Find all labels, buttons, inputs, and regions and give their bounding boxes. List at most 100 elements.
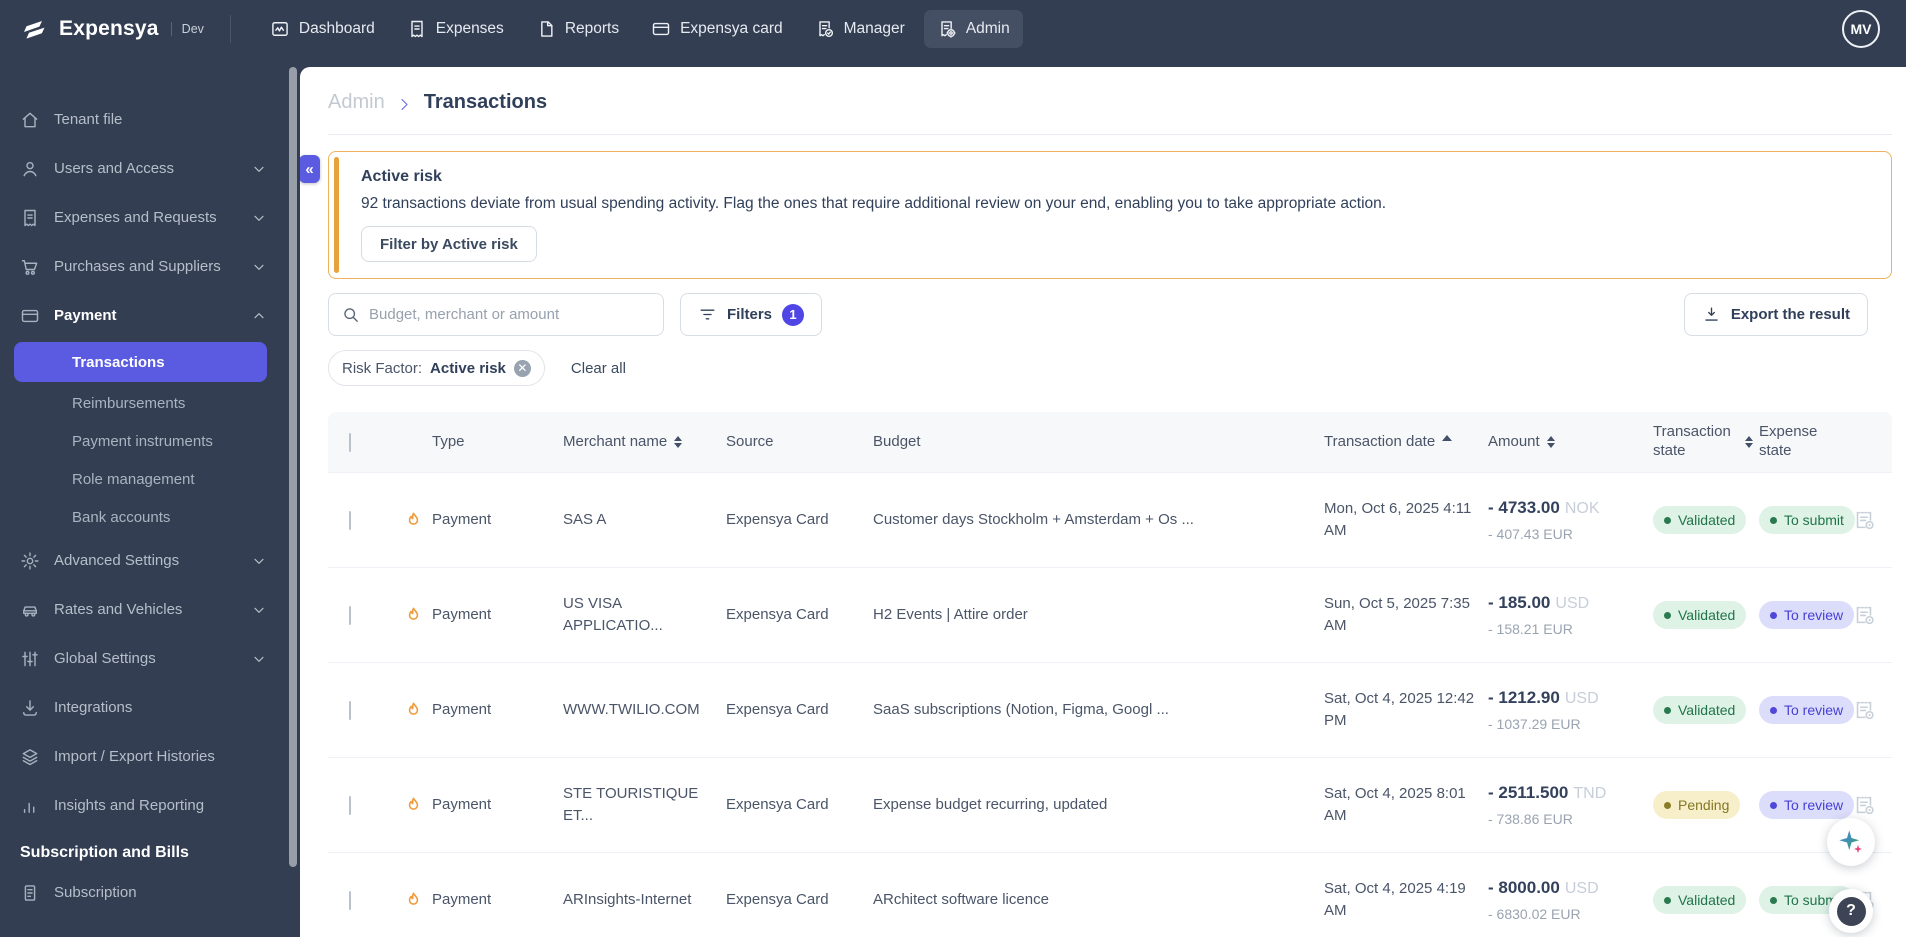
transaction-row[interactable]: Payment US VISA APPLICATIO... Expensya Car… <box>328 568 1892 663</box>
expense-state-badge: To review <box>1759 601 1855 629</box>
expensya-logo-icon <box>18 13 50 45</box>
transaction-row[interactable]: Payment ARInsights-Internet Expensya Card A… <box>328 853 1892 937</box>
column-header-transaction-date[interactable]: Transaction date <box>1324 433 1488 452</box>
transaction-row[interactable]: Payment SAS A Expensya Card Customer days S… <box>328 473 1892 568</box>
sidebar-subitem-reimbursements[interactable]: Reimbursements <box>14 384 267 422</box>
amount-currency: USD <box>1564 879 1599 897</box>
transactions-table: Type Merchant name Source Budget Transaction… <box>328 412 1892 937</box>
export-result-button[interactable]: Export the result <box>1683 293 1868 336</box>
topnav-label: Expenses <box>435 19 504 37</box>
receipt-icon <box>20 208 40 228</box>
breadcrumb-admin[interactable]: Admin <box>328 91 385 114</box>
search-input[interactable] <box>369 306 651 323</box>
amount-value: - 185.00 <box>1488 592 1551 612</box>
sidebar-item-tenant-file[interactable]: Tenant file <box>0 95 287 144</box>
amount-currency: USD <box>1564 689 1599 707</box>
sidebar-item-global-settings[interactable]: Global Settings <box>0 634 287 683</box>
filter-by-active-risk-button[interactable]: Filter by Active risk <box>361 226 537 262</box>
expense-state-badge: To submit <box>1759 506 1855 534</box>
sidebar-item-insights-and-reporting[interactable]: Insights and Reporting <box>0 781 287 830</box>
row-checkbox-cell <box>328 605 404 625</box>
transaction-state-label: Validated <box>1678 892 1736 908</box>
collapse-sidebar-button[interactable]: « <box>300 155 320 183</box>
home-icon <box>20 110 40 130</box>
column-header-transaction-state[interactable]: Transaction state <box>1653 423 1759 461</box>
view-receipt-icon[interactable] <box>1852 698 1876 722</box>
user-avatar[interactable]: MV <box>1842 9 1880 48</box>
transaction-row[interactable]: Payment WWW.TWILIO.COM Expensya Card SaaS s… <box>328 663 1892 758</box>
status-dot <box>1664 516 1671 524</box>
column-label: Expense state <box>1759 423 1818 459</box>
sidebar-item-expenses-and-requests[interactable]: Expenses and Requests <box>0 193 287 242</box>
sidebar-subitem-payment-instruments[interactable]: Payment instruments <box>14 422 267 460</box>
sidebar-item-purchases-and-suppliers[interactable]: Purchases and Suppliers <box>0 242 287 291</box>
remove-chip-icon[interactable]: ✕ <box>513 359 531 377</box>
brand[interactable]: Expensya Dev <box>18 13 204 45</box>
view-receipt-icon[interactable] <box>1852 603 1876 627</box>
alert-title: Active risk <box>361 168 442 185</box>
topnav-item-manager[interactable]: Manager <box>802 10 918 48</box>
transaction-state-badge: Pending <box>1653 791 1741 819</box>
sidebar-subitem-role-management[interactable]: Role management <box>14 460 267 498</box>
row-checkbox-cell <box>328 700 404 720</box>
scrollbar-thumb[interactable] <box>289 67 297 867</box>
clear-all-link[interactable]: Clear all <box>571 360 626 377</box>
row-checkbox[interactable] <box>349 605 351 625</box>
column-header-amount[interactable]: Amount <box>1488 433 1653 452</box>
sidebar-item-integrations[interactable]: Integrations <box>0 683 287 732</box>
row-checkbox[interactable] <box>349 890 351 910</box>
column-header-source: Source <box>726 433 873 452</box>
topnav-item-dashboard[interactable]: Dashboard <box>257 10 388 48</box>
question-mark-icon: ? <box>1836 896 1866 926</box>
sidebar-item-rates-and-vehicles[interactable]: Rates and Vehicles <box>0 585 287 634</box>
view-receipt-icon[interactable] <box>1852 793 1876 817</box>
sidebar-item-payment[interactable]: Payment <box>0 291 287 340</box>
transaction-row[interactable]: Payment STE TOURISTIQUE ET... Expensya Car… <box>328 758 1892 853</box>
help-button[interactable]: ? <box>1829 889 1873 933</box>
transaction-state-cell: Validated <box>1653 696 1759 724</box>
topnav-item-expenses[interactable]: Expenses <box>394 10 517 48</box>
budget-cell: H2 Events | Attire order <box>873 606 1028 624</box>
topnav-label: Admin <box>965 19 1010 37</box>
ai-assistant-button[interactable] <box>1827 818 1875 866</box>
sidebar-item-import-export-histories[interactable]: Import / Export Histories <box>0 732 287 781</box>
topnav-item-expensya-card[interactable]: Expensya card <box>638 10 796 48</box>
amount-converted: - 158.21 EUR <box>1488 621 1573 638</box>
car-icon <box>20 600 40 620</box>
row-checkbox[interactable] <box>349 795 351 815</box>
risk-flame-icon <box>404 701 423 720</box>
amount-value: - 1212.90 <box>1488 687 1560 707</box>
sidebar-scrollbar[interactable] <box>287 57 300 937</box>
row-checkbox[interactable] <box>349 510 351 530</box>
search-box[interactable] <box>328 293 664 336</box>
filter-icon <box>698 305 717 324</box>
merchant-cell: WWW.TWILIO.COM <box>563 701 700 719</box>
select-all-checkbox[interactable] <box>349 432 351 452</box>
column-label: Transaction date <box>1324 432 1436 450</box>
sidebar-subitem-bank-accounts[interactable]: Bank accounts <box>14 498 267 536</box>
topnav-item-admin[interactable]: Admin <box>923 9 1023 48</box>
sidebar-item-label: Tenant file <box>54 111 123 128</box>
type-cell: Payment <box>432 701 492 719</box>
date-cell: Sat, Oct 4, 2025 12:42 PM <box>1324 690 1475 729</box>
sidebar-item-advanced-settings[interactable]: Advanced Settings <box>0 536 287 585</box>
status-dot <box>1664 611 1671 619</box>
date-cell: Sat, Oct 4, 2025 8:01 AM <box>1324 785 1466 824</box>
type-cell: Payment <box>432 606 492 624</box>
status-dot <box>1770 706 1777 714</box>
source-cell: Expensya Card <box>726 796 829 814</box>
topnav-item-reports[interactable]: Reports <box>523 10 632 48</box>
sidebar-subitem-transactions[interactable]: Transactions <box>14 342 267 382</box>
sidebar-item-users-and-access[interactable]: Users and Access <box>0 144 287 193</box>
view-receipt-icon[interactable] <box>1852 508 1876 532</box>
column-label: Transaction state <box>1653 423 1731 459</box>
date-cell: Sat, Oct 4, 2025 4:19 AM <box>1324 880 1466 919</box>
transaction-state-badge: Validated <box>1653 601 1747 629</box>
page-title: Transactions <box>423 91 548 113</box>
filters-button[interactable]: Filters 1 <box>680 293 823 336</box>
row-checkbox[interactable] <box>349 700 351 720</box>
user-icon <box>20 159 40 179</box>
risk-factor-chip[interactable]: Risk Factor: Active risk ✕ <box>328 350 545 386</box>
sidebar-item-subscription[interactable]: Subscription <box>0 868 287 917</box>
column-header-merchant-name[interactable]: Merchant name <box>563 433 726 452</box>
